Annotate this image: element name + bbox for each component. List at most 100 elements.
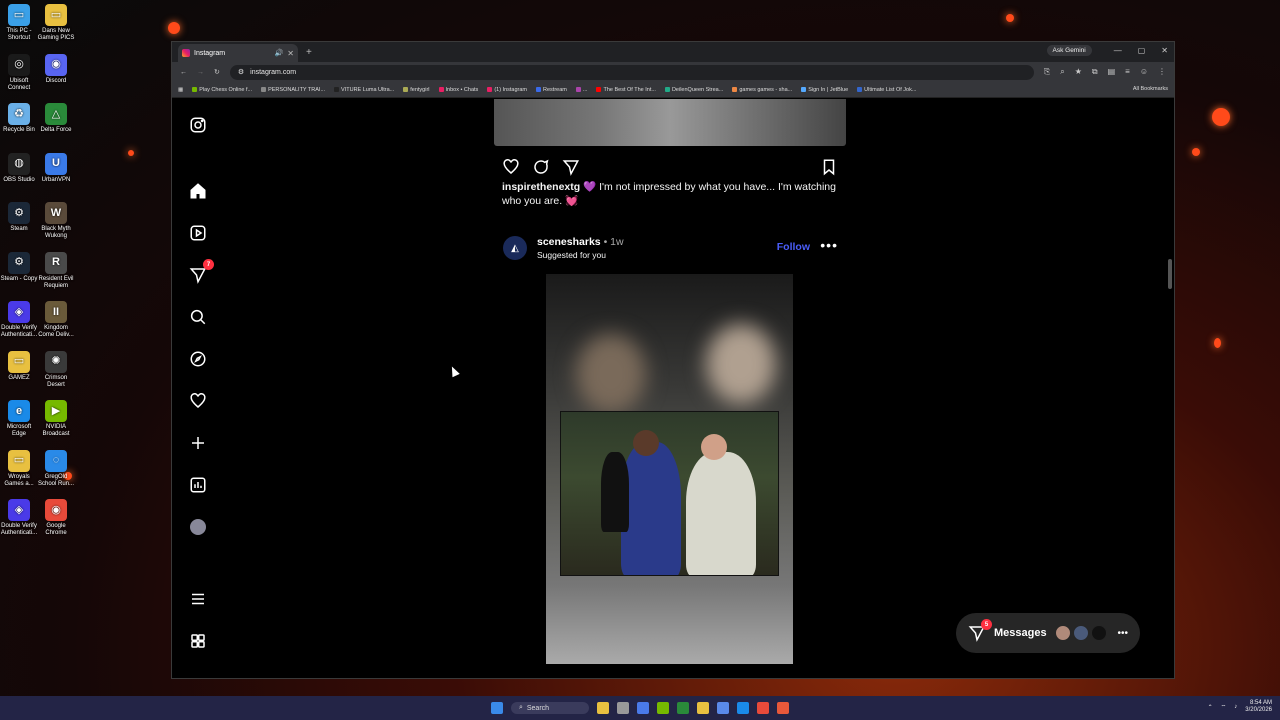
- file-explorer-icon[interactable]: [697, 702, 710, 714]
- follow-button[interactable]: Follow: [777, 241, 810, 253]
- desktop-icon[interactable]: ◍ OBS Studio: [0, 152, 38, 184]
- desktop-icon[interactable]: ✺ Crimson Desert: [37, 350, 75, 389]
- share-icon[interactable]: [562, 158, 580, 176]
- desktop-icon[interactable]: ▭ Dans New Gaming PICS: [37, 4, 75, 42]
- back-icon[interactable]: ←: [180, 69, 187, 76]
- desktop-icon[interactable]: ▶ NVIDIA Broadcast: [37, 400, 75, 438]
- bookmark-item[interactable]: The Best Of The Int...: [596, 87, 656, 93]
- tab-instagram[interactable]: Instagram 🔊 ✕: [178, 44, 298, 62]
- bookmark-item[interactable]: ...: [575, 87, 587, 93]
- explore-icon[interactable]: [188, 349, 208, 369]
- more-menu-icon[interactable]: [188, 589, 208, 609]
- chrome-icon[interactable]: [757, 702, 770, 714]
- messages-more-icon[interactable]: •••: [1117, 628, 1128, 639]
- desktop-icon[interactable]: U UrbanVPN: [37, 152, 75, 184]
- close-window-icon[interactable]: ✕: [1161, 46, 1168, 55]
- task-view-icon[interactable]: [617, 702, 630, 714]
- ask-gemini-button[interactable]: Ask Gemini: [1046, 45, 1092, 56]
- volume-icon[interactable]: ♪: [1234, 704, 1237, 710]
- page-scrollbar[interactable]: [1168, 259, 1172, 289]
- profile-avatar[interactable]: [188, 517, 208, 537]
- desktop-icon[interactable]: ⚙ Steam - Copy: [0, 251, 38, 283]
- dashboard-icon[interactable]: [188, 475, 208, 495]
- desktop-icon[interactable]: II Kingdom Come Deliv...: [37, 301, 75, 339]
- minimize-icon[interactable]: —: [1114, 46, 1122, 55]
- post-more-icon[interactable]: •••: [820, 237, 838, 253]
- bookmark-item[interactable]: PERSONALITY TRAI...: [261, 87, 325, 93]
- bookmark-item[interactable]: DeilenQueen Strea...: [664, 87, 723, 93]
- taskbar-search[interactable]: ⌕ Search: [510, 702, 590, 714]
- zoom-icon[interactable]: ⌕: [1060, 67, 1064, 77]
- address-bar[interactable]: ⚙ instagram.com: [229, 64, 1034, 80]
- menu-icon[interactable]: ⋮: [1158, 67, 1166, 77]
- desktop-icon[interactable]: ◈ Double Verify Authenticati...: [0, 301, 38, 339]
- maximize-icon[interactable]: ▢: [1138, 46, 1146, 55]
- desktop-icon[interactable]: ◈ Double Verify Authenticati...: [0, 499, 38, 537]
- desktop-icon[interactable]: ▭ Wroyals Games a...: [0, 449, 38, 488]
- bookmark-item[interactable]: VITURE Luma Ultra...: [334, 87, 394, 93]
- widgets-icon[interactable]: [597, 702, 610, 714]
- desktop-icon[interactable]: e Microsoft Edge: [0, 400, 38, 438]
- desktop-icon[interactable]: ◌ GregOld School Run...: [37, 449, 75, 488]
- post-video[interactable]: [494, 274, 846, 664]
- windows-start-icon[interactable]: [490, 702, 503, 714]
- notifications-heart-icon[interactable]: [188, 391, 208, 411]
- messages-nav-icon[interactable]: 7: [188, 259, 214, 285]
- tray-chevron-icon[interactable]: ⌃: [1208, 704, 1213, 711]
- settings-icon[interactable]: [637, 702, 650, 714]
- clock[interactable]: 8:54 AM 3/20/2026: [1245, 700, 1272, 714]
- chrome-active-icon[interactable]: [777, 702, 790, 714]
- forward-icon[interactable]: →: [197, 69, 204, 76]
- post-username[interactable]: sceneshar​ks: [537, 236, 601, 248]
- desktop-icon[interactable]: W Black Myth Wukong: [37, 202, 75, 240]
- post-avatar[interactable]: ◭: [503, 236, 527, 260]
- xbox-icon[interactable]: [677, 702, 690, 714]
- media-icon[interactable]: ≡: [1125, 67, 1130, 77]
- bookmark-star-icon[interactable]: ★: [1075, 67, 1082, 77]
- desktop-icon[interactable]: ▭ This PC - Shortcut: [0, 4, 38, 42]
- bookmark-item[interactable]: Play Chess Online f...: [192, 87, 252, 93]
- save-icon[interactable]: [820, 158, 838, 176]
- desktop-icon[interactable]: ◉ Discord: [37, 53, 75, 85]
- desktop-icon[interactable]: △ Delta Force: [37, 103, 75, 134]
- previous-post-image[interactable]: [494, 99, 846, 146]
- bookmark-item[interactable]: (1) Instagram: [487, 87, 527, 93]
- desktop-icon[interactable]: ◎ Ubisoft Connect: [0, 53, 38, 92]
- sidepanel-icon[interactable]: ▤: [1108, 67, 1116, 77]
- site-info-icon[interactable]: ⚙: [238, 68, 244, 76]
- create-icon[interactable]: [188, 433, 208, 453]
- desktop-icon[interactable]: ◉ Google Chrome: [37, 499, 75, 537]
- store-icon[interactable]: [717, 702, 730, 714]
- caption-username[interactable]: inspirethenextg: [502, 181, 580, 193]
- desktop-icon[interactable]: ▭ GAMEZ: [0, 350, 38, 382]
- extensions-icon[interactable]: ⧉: [1092, 67, 1098, 77]
- reload-icon[interactable]: ↻: [214, 68, 220, 76]
- bookmark-item[interactable]: Restream: [536, 87, 567, 93]
- reels-icon[interactable]: [188, 223, 208, 243]
- desktop-icon[interactable]: ♻ Recycle Bin: [0, 103, 38, 134]
- profile-icon[interactable]: ☺: [1140, 67, 1148, 77]
- bookmark-item[interactable]: Inbox • Chats: [438, 87, 478, 93]
- close-tab-icon[interactable]: ✕: [287, 49, 294, 58]
- new-tab-button[interactable]: +: [306, 47, 312, 58]
- bookmark-item[interactable]: Sign In | JetBlue: [801, 87, 848, 93]
- bookmark-item[interactable]: games games - sha...: [732, 87, 792, 93]
- home-icon[interactable]: [188, 181, 208, 201]
- bookmark-item[interactable]: fentygirl: [403, 87, 430, 93]
- also-from-meta-icon[interactable]: [188, 631, 208, 651]
- edge-icon[interactable]: [737, 702, 750, 714]
- all-bookmarks-button[interactable]: All Bookmarks: [1126, 86, 1168, 92]
- comment-icon[interactable]: [532, 158, 550, 176]
- instagram-logo-icon[interactable]: [188, 115, 208, 135]
- speaker-icon[interactable]: 🔊: [275, 49, 284, 57]
- nvidia-icon[interactable]: [657, 702, 670, 714]
- install-icon[interactable]: ⎘: [1044, 67, 1050, 77]
- apps-icon[interactable]: ▦: [178, 87, 183, 93]
- desktop-icon[interactable]: R Resident Evil Requiem: [37, 251, 75, 290]
- bookmark-item[interactable]: Ultimate List Of Jok...: [857, 87, 916, 93]
- messages-button[interactable]: 5 Messages •••: [956, 613, 1140, 653]
- desktop-icon[interactable]: ⚙ Steam: [0, 202, 38, 233]
- search-icon[interactable]: [188, 307, 208, 327]
- like-icon[interactable]: [502, 158, 520, 176]
- network-icon[interactable]: ⌔: [1221, 703, 1227, 711]
